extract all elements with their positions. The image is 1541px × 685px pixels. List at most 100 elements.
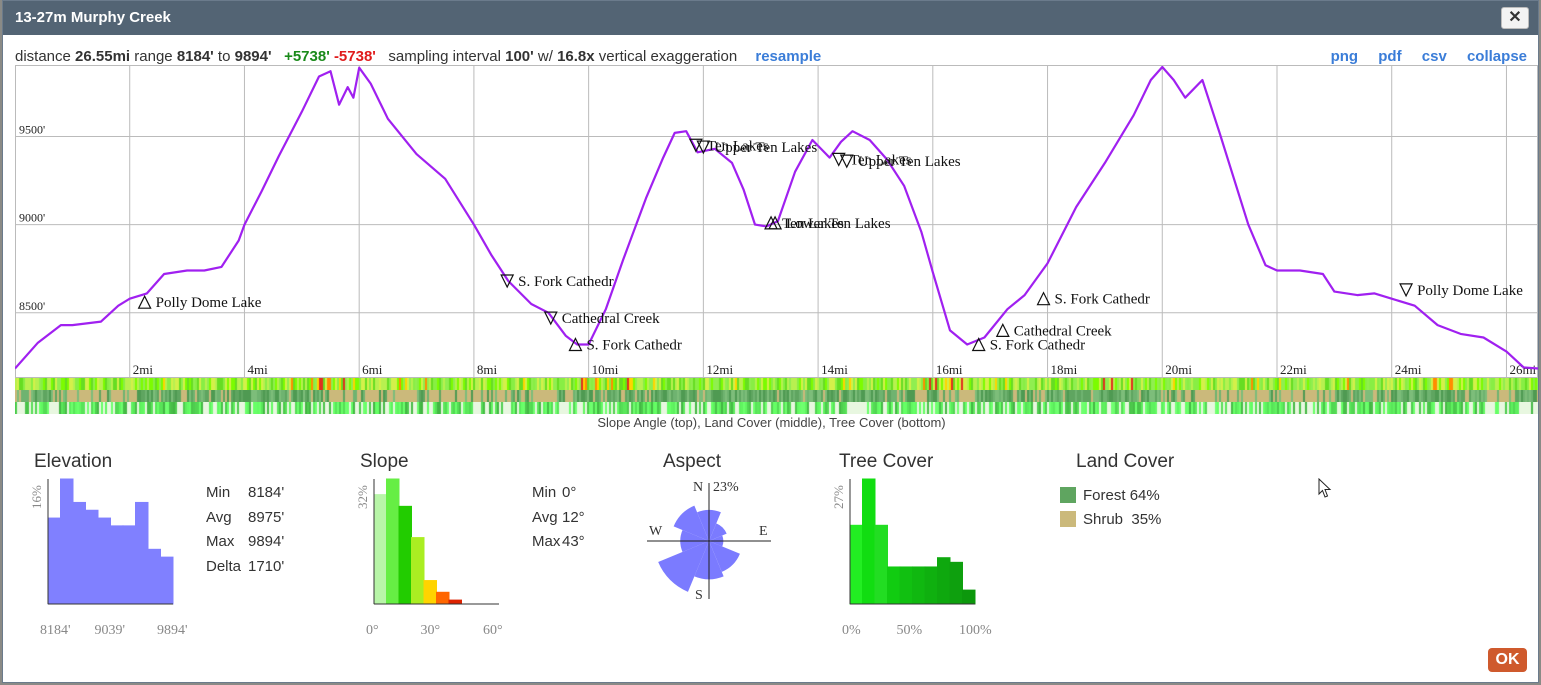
histogram-bar (949, 561, 963, 605)
tree-cover-histogram: 27% 0% 50% 100% (831, 478, 992, 638)
elevation-stats-title: Elevation (34, 451, 113, 472)
land-cover-shrub-row: Shrub 35% (1060, 507, 1161, 531)
histogram-bar (887, 566, 901, 605)
histogram-x-label: 50% (897, 623, 923, 638)
shrub-swatch (1060, 511, 1076, 527)
histogram-bar (160, 556, 174, 605)
x-tick-label: 14mi (821, 362, 848, 377)
histogram-bar (72, 501, 86, 605)
elevation-histogram: 16% 8184' 9039' 9894' (29, 478, 188, 638)
histogram-x-label: 9039' (95, 623, 126, 638)
collapse-link[interactable]: collapse (1467, 48, 1527, 65)
exaggeration-value: 16.8x (557, 48, 595, 65)
strip-caption: Slope Angle (top), Land Cover (middle), … (597, 415, 946, 430)
waypoint-marker: Cathedral Creek (995, 323, 1112, 339)
histogram-bar (448, 599, 462, 605)
histogram-bar (924, 566, 938, 605)
dialog-title: 13-27m Murphy Creek (15, 9, 171, 26)
x-tick-label: 22mi (1280, 362, 1307, 377)
land-cover-strip (15, 390, 1538, 402)
range-to-label: to (217, 48, 231, 65)
histogram-x-label: 0% (842, 623, 861, 638)
histogram-bar (386, 478, 400, 605)
histogram-bar (97, 517, 111, 605)
waypoint-marker: Polly Dome Lake (137, 294, 262, 311)
close-button[interactable]: ✕ (1501, 7, 1529, 29)
waypoint-label: Polly Dome Lake (156, 295, 262, 311)
x-tick-label: 6mi (362, 362, 383, 377)
histogram-bar (135, 501, 149, 605)
aspect-stats-title: Aspect (663, 451, 722, 472)
range-label: range (134, 48, 173, 65)
triangle-up-icon (995, 323, 1010, 337)
land-cover-forest-row: Forest 64% (1060, 483, 1161, 507)
histogram-bar (398, 505, 412, 605)
waypoint-label: Polly Dome Lake (1417, 283, 1523, 299)
histogram-bar (849, 524, 863, 605)
slope-max-row: Max 43° (532, 533, 585, 550)
waypoint-label: S. Fork Cathedr (586, 338, 681, 354)
histogram-bar (85, 509, 99, 605)
export-actions: png pdf csv collapse (1315, 48, 1527, 65)
x-tick-label: 24mi (1395, 362, 1422, 377)
y-tick-label: 9500' (19, 122, 45, 136)
aspect-west-label: W (649, 524, 663, 539)
x-tick-label: 20mi (1165, 362, 1192, 377)
histogram-bar (60, 478, 74, 605)
x-tick-label: 12mi (706, 362, 733, 377)
slope-histogram: 32% 0° 30° 60° (355, 478, 503, 638)
sampling-value: 100' (505, 48, 534, 65)
csv-link[interactable]: csv (1422, 48, 1447, 65)
histogram-bar (862, 478, 876, 605)
waypoint-marker: S. Fork Cathedr (500, 274, 614, 290)
histogram-bar (373, 494, 387, 605)
ok-button[interactable]: OK (1488, 648, 1527, 672)
elevation-profile-dialog: 13-27m Murphy Creek ✕ distance 26.55mi r… (2, 0, 1539, 683)
x-tick-label: 2mi (133, 362, 154, 377)
waypoint-label: Lower Ten Lakes (786, 216, 891, 232)
y-tick-label: 8500' (19, 299, 45, 313)
resample-link[interactable]: resample (755, 48, 821, 65)
waypoint-marker: Polly Dome Lake (1399, 283, 1523, 299)
waypoint-label: Upper Ten Lakes (714, 140, 817, 156)
png-link[interactable]: png (1331, 48, 1359, 65)
triangle-up-icon (137, 294, 152, 309)
x-tick-label: 26mi (1509, 362, 1536, 377)
histogram-bar (110, 525, 124, 605)
histogram-bar (122, 525, 136, 605)
with-label: w/ (537, 48, 553, 65)
histogram-x-label: 0° (366, 623, 379, 638)
histogram-bar (937, 557, 951, 605)
slope-angle-strip (15, 378, 1538, 390)
waypoint-label: Cathedral Creek (562, 311, 660, 327)
histogram-bar (899, 566, 913, 605)
waypoint-marker: Lower Ten Lakes (768, 215, 891, 232)
y-tick-label: 9000' (19, 211, 45, 225)
histogram-x-label: 60° (483, 623, 503, 638)
aspect-east-label: E (759, 524, 768, 539)
dialog-titlebar[interactable]: 13-27m Murphy Creek ✕ (3, 1, 1538, 35)
aspect-south-label: S (695, 588, 703, 603)
elevation-delta-row: Delta 1710' (206, 557, 285, 575)
pdf-link[interactable]: pdf (1378, 48, 1401, 65)
land-cover-stats-title: Land Cover (1076, 451, 1175, 472)
distance-value: 26.55mi (75, 48, 131, 65)
histogram-x-label: 8184' (40, 623, 71, 638)
histogram-ymax-label: 32% (355, 485, 370, 509)
elevation-profile-chart[interactable]: 2mi 4mi 6mi 8mi 10mi 12mi 14mi 16mi 18mi 20mi 22mi… (15, 65, 1538, 378)
close-icon: ✕ (1508, 9, 1522, 26)
waypoint-marker: S. Fork Cathedr (1036, 291, 1150, 308)
slope-avg-row: Avg 12° (532, 508, 585, 526)
elevation-avg-row: Avg 8975' (206, 508, 285, 526)
waypoint-label: S. Fork Cathedr (1055, 292, 1150, 308)
loss-value: -5738' (333, 48, 376, 65)
histogram-x-label: 100% (959, 623, 992, 638)
elevation-min-row: Min 8184' (206, 484, 285, 501)
x-tick-label: 16mi (936, 362, 963, 377)
histogram-bar (912, 566, 926, 605)
elevation-max-row: Max 9894' (206, 533, 285, 550)
tree-cover-stats-title: Tree Cover (839, 451, 934, 472)
elevation-stats-list: Min 8184' Avg 8975' Max 9894' Delta 1710' (206, 481, 284, 579)
waypoint-label: Cathedral Creek (1014, 323, 1112, 339)
tree-cover-strip (15, 402, 1538, 414)
